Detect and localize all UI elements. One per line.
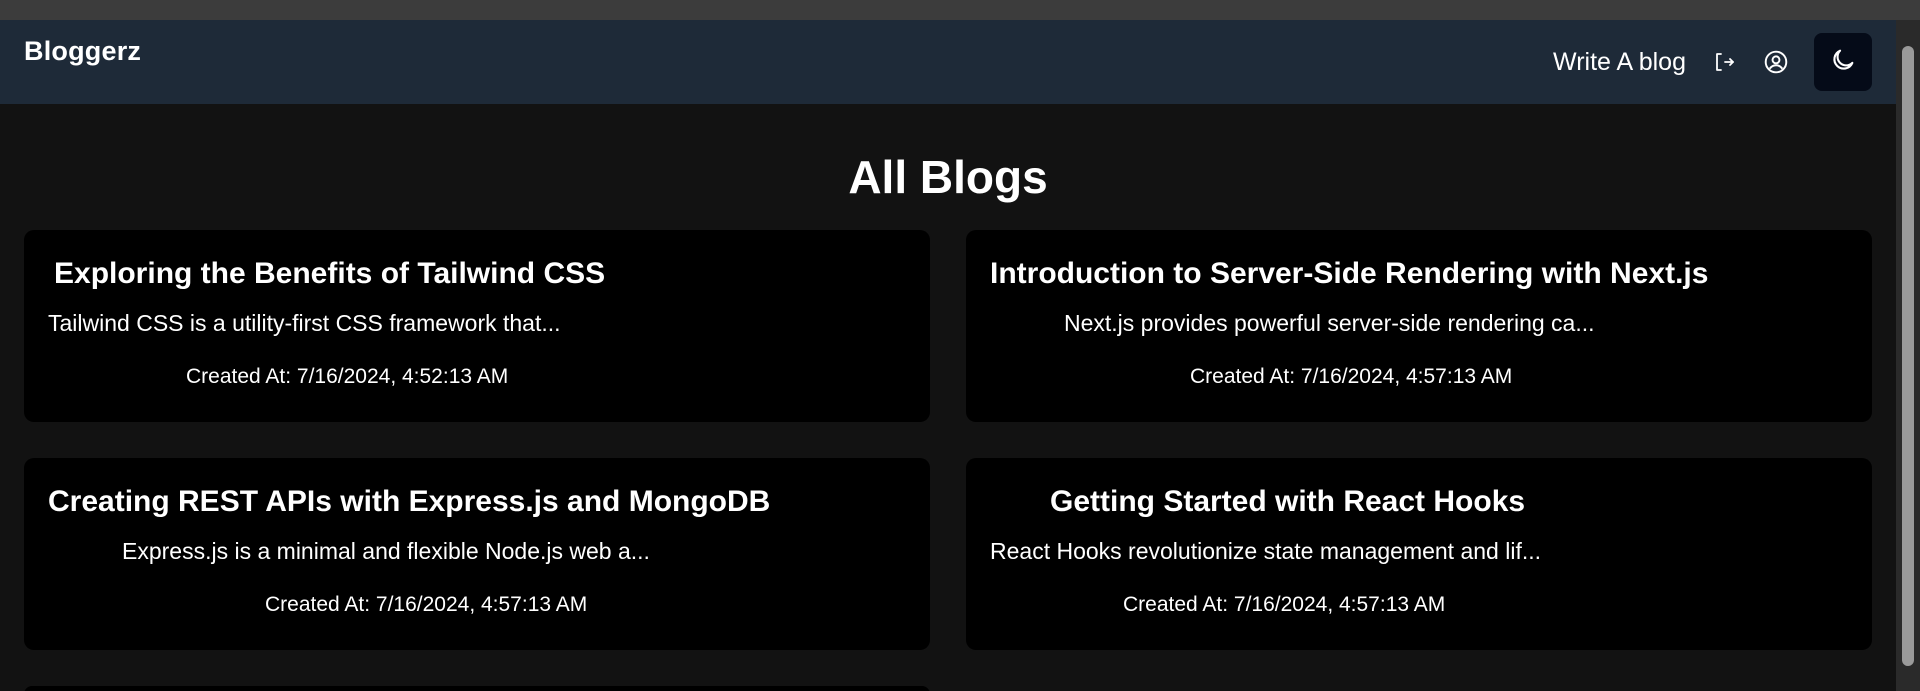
blog-created-at: Created At: 7/16/2024, 4:57:13 AM xyxy=(265,593,588,616)
blog-excerpt: Tailwind CSS is a utility-first CSS fram… xyxy=(48,310,561,336)
blog-title[interactable]: Exploring the Benefits of Tailwind CSS xyxy=(48,256,906,292)
blog-created-at: Created At: 7/16/2024, 4:52:13 AM xyxy=(186,365,509,388)
scrollbar[interactable] xyxy=(1896,20,1920,691)
navbar: Bloggerz Write A blog xyxy=(0,20,1896,104)
brand-logo[interactable]: Bloggerz xyxy=(24,36,141,67)
blog-excerpt: React Hooks revolutionize state manageme… xyxy=(990,538,1542,564)
blog-grid: Exploring the Benefits of Tailwind CSS T… xyxy=(24,230,1872,650)
blog-card[interactable]: Creating REST APIs with Express.js and M… xyxy=(24,458,930,650)
blog-excerpt: Next.js provides powerful server-side re… xyxy=(1064,310,1595,336)
blog-card[interactable]: Exploring the Benefits of Tailwind CSS T… xyxy=(24,230,930,422)
blog-created-at: Created At: 7/16/2024, 4:57:13 AM xyxy=(1190,365,1513,388)
nav-actions: Write A blog xyxy=(1553,33,1872,91)
blog-card[interactable]: Introduction to Server-Side Rendering wi… xyxy=(966,230,1872,422)
blog-created-at: Created At: 7/16/2024, 4:57:13 AM xyxy=(1123,593,1446,616)
browser-top-strip xyxy=(0,0,1920,20)
theme-toggle-button[interactable] xyxy=(1814,33,1872,91)
blog-title[interactable]: Introduction to Server-Side Rendering wi… xyxy=(990,256,1848,292)
blog-card-partial[interactable] xyxy=(24,686,930,691)
logout-icon[interactable] xyxy=(1710,48,1738,76)
blog-card[interactable]: Getting Started with React Hooks React H… xyxy=(966,458,1872,650)
blog-title[interactable]: Creating REST APIs with Express.js and M… xyxy=(48,484,906,520)
user-circle-icon[interactable] xyxy=(1762,48,1790,76)
moon-icon xyxy=(1829,46,1857,79)
blog-excerpt: Express.js is a minimal and flexible Nod… xyxy=(122,538,650,564)
blog-title[interactable]: Getting Started with React Hooks xyxy=(990,484,1848,520)
scrollbar-thumb[interactable] xyxy=(1902,46,1914,666)
write-blog-link[interactable]: Write A blog xyxy=(1553,48,1686,77)
page-title: All Blogs xyxy=(848,151,1048,203)
